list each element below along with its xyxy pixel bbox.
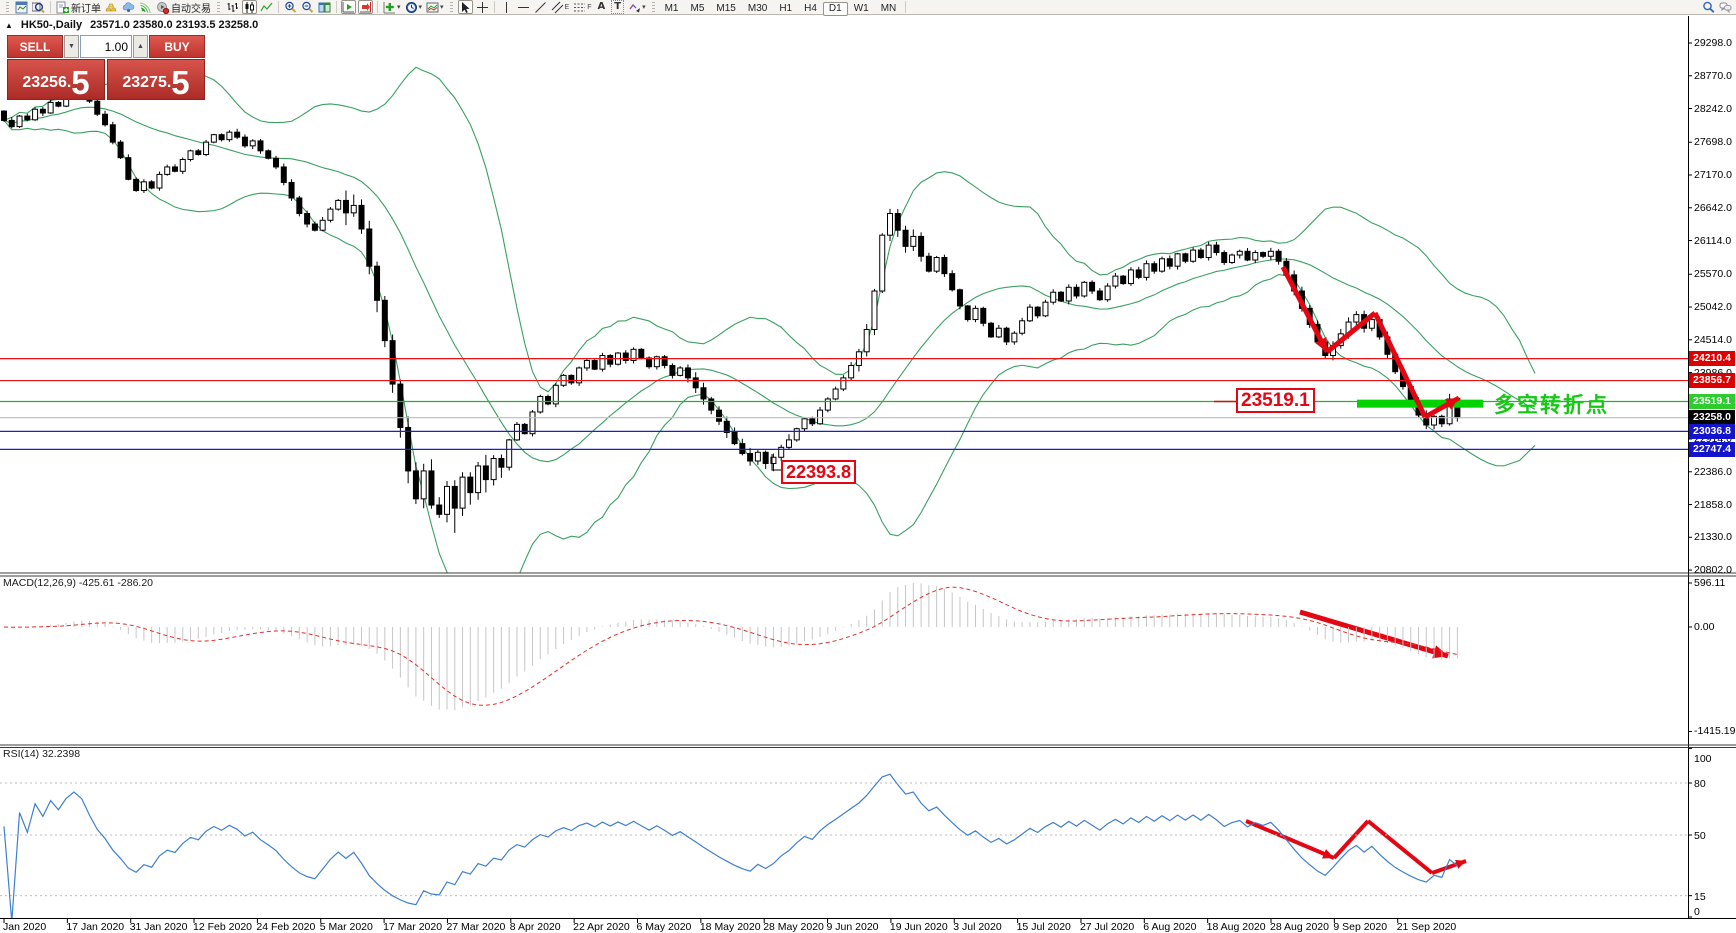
volume-decrease-button[interactable]: ▼: [64, 35, 79, 58]
buy-price-big: 5: [171, 63, 190, 101]
date-label: 18 Aug 2020: [1206, 921, 1266, 933]
price-badge: 23856.7: [1689, 373, 1735, 389]
rsi-axis-label: 80: [1694, 778, 1706, 790]
price-tick-label: 22386.0: [1694, 465, 1732, 478]
resistance-level-box[interactable]: 23519.1: [1236, 388, 1315, 413]
macd-axis-label: -1415.19: [1694, 725, 1736, 738]
buy-quote[interactable]: 23275. 5: [107, 59, 205, 100]
date-label: 17 Mar 2020: [383, 921, 443, 933]
date-label: 19 Jun 2020: [889, 921, 948, 933]
buy-button-label: BUY: [164, 39, 190, 54]
chart-area: ▲ HK50-,Daily 23571.0 23580.0 23193.5 23…: [0, 16, 1736, 933]
price-tick-label: 27698.0: [1694, 136, 1732, 149]
price-tick-label: 26642.0: [1694, 201, 1732, 214]
mt4-window: 新订单 自动交易 ▾ ▾ ▾ E F A T ▾ M1 M5 M15 M30 H…: [0, 0, 1736, 933]
sell-button-label: SELL: [19, 39, 51, 54]
date-label: 31 Jan 2020: [129, 921, 188, 933]
date-label: 15 Jul 2020: [1016, 921, 1071, 933]
rsi-axis-label: 0: [1694, 906, 1700, 918]
date-label: 6 Aug 2020: [1143, 921, 1197, 933]
buy-price-int: 23275: [122, 74, 167, 91]
macd-axis-label: 0.00: [1694, 621, 1715, 633]
macd-indicator-label: MACD(12,26,9) -425.61 -286.20: [3, 577, 153, 589]
chart-canvas[interactable]: [0, 0, 1736, 933]
price-tick-label: 21330.0: [1694, 531, 1732, 544]
price-tick-label: 20802.0: [1694, 564, 1732, 577]
date-label: 8 Apr 2020: [509, 921, 561, 933]
price-tick-label: 26114.0: [1694, 234, 1732, 247]
date-label: 18 May 2020: [699, 921, 761, 933]
price-badge: 24210.4: [1689, 351, 1735, 367]
volume-increase-button[interactable]: ▲: [133, 35, 148, 58]
price-tick-label: 28242.0: [1694, 102, 1732, 115]
rsi-axis-label: 100: [1694, 753, 1712, 765]
date-label: 24 Feb 2020: [256, 921, 316, 933]
chart-title: ▲ HK50-,Daily 23571.0 23580.0 23193.5 23…: [5, 19, 258, 31]
spinner-up-icon: ▲: [137, 43, 144, 50]
date-label: 17 Jan 2020: [66, 921, 125, 933]
date-label: 3 Jul 2020: [953, 921, 1002, 933]
date-label: 5 Mar 2020: [319, 921, 373, 933]
date-label: 6 May 2020: [636, 921, 692, 933]
date-label: 27 Jul 2020: [1079, 921, 1135, 933]
rsi-axis-label: 15: [1694, 890, 1706, 903]
date-label: 9 Jun 2020: [826, 921, 879, 933]
date-label: 21 Sep 2020: [1396, 921, 1457, 933]
price-tick-label: 28770.0: [1694, 69, 1732, 82]
date-label: 12 Feb 2020: [193, 921, 253, 933]
price-tick-label: 25570.0: [1694, 268, 1732, 281]
sell-price-int: 23256: [22, 74, 67, 91]
volume-input[interactable]: [80, 35, 132, 58]
price-badge: 23036.8: [1689, 423, 1735, 439]
collapse-quote-panel-icon[interactable]: ▲: [5, 21, 13, 30]
macd-axis-label: 596.11: [1694, 577, 1726, 589]
price-tick-label: 21858.0: [1694, 498, 1732, 511]
ohlc-values: 23571.0 23580.0 23193.5 23258.0: [90, 19, 259, 31]
date-label: 22 Apr 2020: [573, 921, 630, 933]
price-tick-label: 27170.0: [1694, 169, 1732, 181]
one-click-trade-panel: SELL ▼ ▲ BUY 23256.5 23275.5: [7, 35, 205, 100]
date-label: 27 Mar 2020: [446, 921, 506, 933]
price-tick-label: 24514.0: [1694, 333, 1732, 346]
date-label: Jan 2020: [3, 921, 47, 933]
sell-price-big: 5: [71, 63, 90, 101]
price-badge: 23519.1: [1689, 393, 1735, 409]
turning-point-text[interactable]: 多空转折点: [1494, 389, 1609, 419]
date-label: 28 Aug 2020: [1270, 921, 1329, 933]
price-tick-label: 25042.0: [1694, 301, 1732, 314]
price-tick-label: 29298.0: [1694, 37, 1732, 49]
date-label: 9 Sep 2020: [1333, 921, 1388, 933]
date-label: 28 May 2020: [763, 921, 824, 933]
price-badge: 22747.4: [1689, 441, 1735, 457]
sell-button[interactable]: SELL: [7, 35, 63, 58]
symbol-period-label: HK50-,Daily: [20, 19, 83, 31]
buy-button[interactable]: BUY: [149, 35, 205, 58]
spinner-down-icon: ▼: [68, 43, 75, 50]
rsi-indicator-label: RSI(14) 32.2398: [3, 748, 81, 760]
sell-quote[interactable]: 23256. 5: [7, 59, 105, 100]
rsi-axis-label: 50: [1694, 830, 1706, 842]
support-level-box[interactable]: 22393.8: [781, 460, 857, 484]
